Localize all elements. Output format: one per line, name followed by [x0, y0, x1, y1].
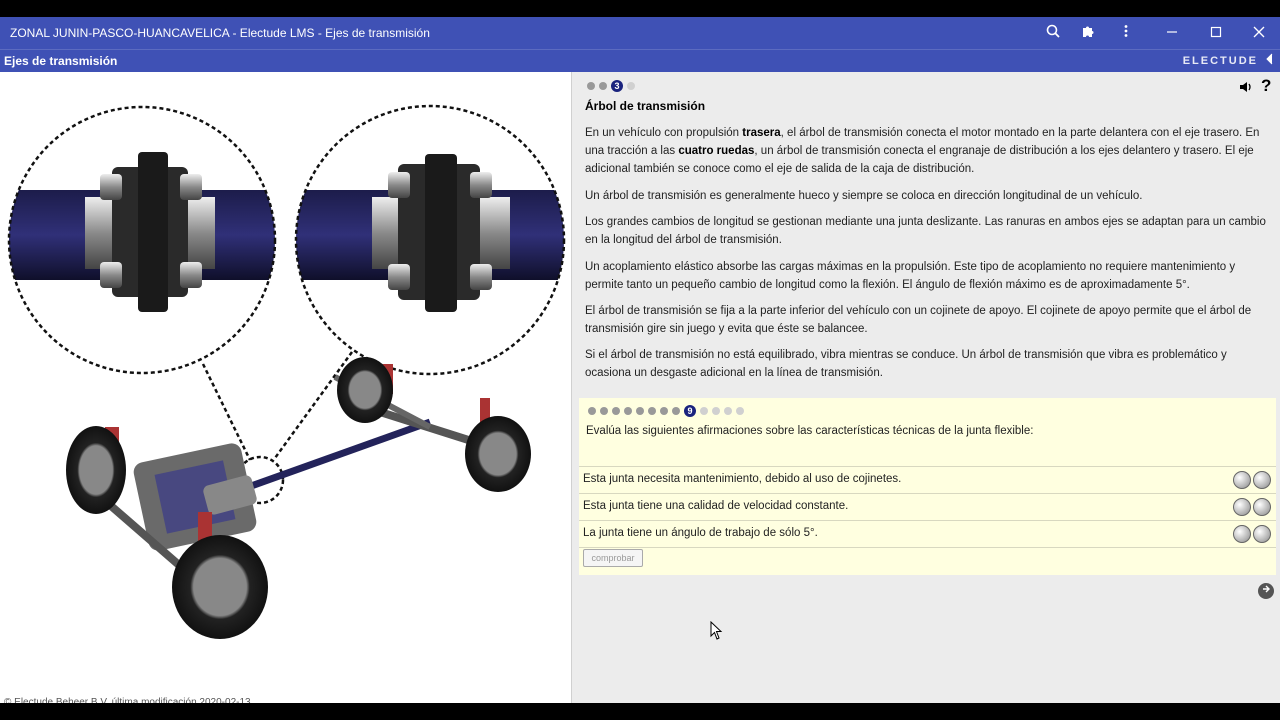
section-title: Árbol de transmisión — [585, 99, 706, 113]
chevron-left-icon[interactable] — [1266, 53, 1274, 68]
module-title: Ejes de transmisión — [4, 54, 118, 68]
quiz-statement-row: Esta junta necesita mantenimiento, debid… — [579, 466, 1276, 493]
progress-dot[interactable] — [627, 82, 635, 90]
extension-icon[interactable] — [1078, 23, 1098, 43]
window-title: ZONAL JUNIN-PASCO-HUANCAVELICA - Electud… — [10, 26, 430, 40]
minimize-icon[interactable] — [1162, 23, 1182, 43]
progress-dot-active[interactable]: 3 — [611, 80, 623, 92]
paragraph-4: Un acoplamiento elástico absorbe las car… — [585, 261, 1236, 291]
statement-text: Esta junta tiene una calidad de velocida… — [583, 500, 849, 512]
bottom-bar — [0, 703, 1280, 720]
statement-text: Esta junta necesita mantenimiento, debid… — [583, 473, 902, 485]
volume-icon[interactable] — [1239, 80, 1253, 97]
progress-dot[interactable] — [587, 82, 595, 90]
quiz-panel: 9 Evalúa las siguientes afirmaciones sob… — [579, 398, 1276, 575]
module-header: Ejes de transmisión ELECTUDE — [0, 49, 1280, 73]
false-radio-button[interactable] — [1253, 525, 1271, 543]
true-radio-button[interactable] — [1233, 471, 1251, 489]
electude-logo: ELECTUDE — [1182, 55, 1258, 67]
paragraph-3: Los grandes cambios de longitud se gesti… — [585, 216, 1266, 246]
help-icon[interactable]: ? — [1261, 76, 1271, 96]
next-arrow-icon[interactable] — [1258, 583, 1274, 599]
paragraph-1: En un vehículo con propulsión trasera, e… — [585, 127, 1260, 175]
true-radio-button[interactable] — [1233, 525, 1251, 543]
illustration-panel — [0, 72, 572, 703]
page-progress-dots: 3 — [587, 80, 635, 92]
progress-dot[interactable] — [599, 82, 607, 90]
paragraph-2: Un árbol de transmisión es generalmente … — [585, 190, 1143, 202]
quiz-dot-active[interactable]: 9 — [684, 405, 696, 417]
check-button[interactable]: comprobar — [583, 549, 643, 567]
true-radio-button[interactable] — [1233, 498, 1251, 516]
window-titlebar: ZONAL JUNIN-PASCO-HUANCAVELICA - Electud… — [0, 17, 1280, 49]
maximize-icon[interactable] — [1206, 23, 1226, 43]
false-radio-button[interactable] — [1253, 498, 1271, 516]
content-panel: 3 ? Árbol de transmisión En un vehículo … — [572, 72, 1280, 703]
quiz-question: Evalúa las siguientes afirmaciones sobre… — [586, 425, 1034, 437]
statement-text: La junta tiene un ángulo de trabajo de s… — [583, 527, 818, 539]
quiz-statement-row: Esta junta tiene una calidad de velocida… — [579, 493, 1276, 520]
search-icon[interactable] — [1043, 23, 1063, 43]
false-radio-button[interactable] — [1253, 471, 1271, 489]
quiz-progress-dots: 9 — [588, 405, 744, 417]
mouse-cursor-icon — [710, 621, 723, 640]
quiz-statement-row: La junta tiene un ángulo de trabajo de s… — [579, 520, 1276, 548]
drivetrain-illustration — [7, 104, 566, 639]
paragraph-5: El árbol de transmisión se fija a la par… — [585, 305, 1252, 335]
more-vert-icon[interactable] — [1116, 23, 1136, 43]
close-icon[interactable] — [1249, 23, 1269, 43]
paragraph-6: Si el árbol de transmisión no está equil… — [585, 349, 1227, 379]
